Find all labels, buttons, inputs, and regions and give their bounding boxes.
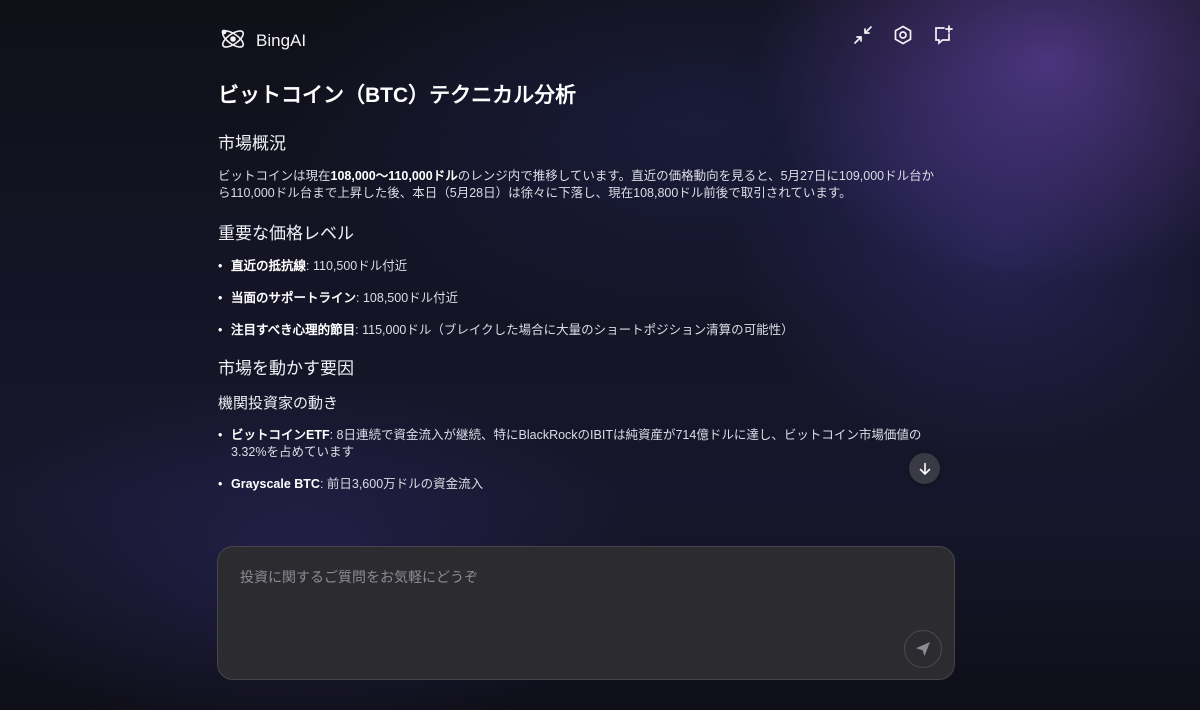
- section-heading-market-overview: 市場概況: [218, 134, 286, 153]
- price-levels-list: 直近の抵抗線: 110,500ドル付近 当面のサポートライン: 108,500ド…: [218, 258, 940, 339]
- list-item: 直近の抵抗線: 110,500ドル付近: [218, 258, 940, 275]
- arrow-down-icon: [919, 462, 930, 475]
- settings-hexagon-icon: [894, 25, 912, 45]
- list-item: 注目すべき心理的節目: 115,000ドル（ブレイクした場合に大量のショートポジ…: [218, 322, 940, 339]
- list-item: 当面のサポートライン: 108,500ドル付近: [218, 290, 940, 307]
- new-chat-icon: [935, 25, 953, 45]
- section-heading-market-drivers: 市場を動かす要因: [218, 359, 354, 378]
- settings-button[interactable]: [892, 24, 914, 46]
- header-actions: [852, 24, 954, 46]
- institutional-list: ビットコインETF: 8日連続で資金流入が継続、特にBlackRockのIBIT…: [218, 427, 940, 493]
- minimize-button[interactable]: [852, 24, 874, 46]
- market-overview-paragraph: ビットコインは現在108,000〜110,000ドルのレンジ内で推移しています。…: [218, 169, 935, 200]
- send-button[interactable]: [904, 630, 942, 668]
- app-header: BingAI: [218, 24, 954, 54]
- chat-input[interactable]: [238, 565, 902, 629]
- response-title: ビットコイン（BTC）テクニカル分析: [218, 84, 577, 107]
- new-chat-button[interactable]: [932, 24, 954, 46]
- app-logo: BingAI: [218, 24, 306, 58]
- list-item: Grayscale BTC: 前日3,600万ドルの資金流入: [218, 476, 940, 493]
- send-icon: [916, 642, 930, 656]
- minimize-arrows-icon: [854, 26, 872, 44]
- scroll-to-bottom-button[interactable]: [909, 453, 940, 484]
- section-heading-price-levels: 重要な価格レベル: [218, 224, 354, 243]
- chat-composer: [217, 546, 955, 680]
- app-name: BingAI: [256, 31, 307, 50]
- chat-response: ビットコイン（BTC）テクニカル分析 市場概況 ビットコインは現在108,000…: [218, 82, 940, 527]
- subheading-institutional: 機関投資家の動き: [218, 395, 339, 412]
- list-item: ビットコインETF: 8日連続で資金流入が継続、特にBlackRockのIBIT…: [218, 427, 940, 461]
- atom-logo-icon: [218, 24, 248, 58]
